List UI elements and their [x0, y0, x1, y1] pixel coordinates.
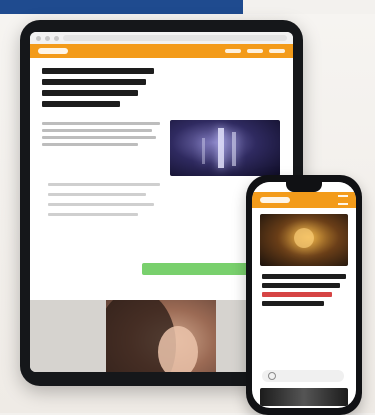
phone-notch: [286, 182, 322, 192]
phone-device: [246, 175, 362, 415]
site-logo[interactable]: [38, 48, 68, 54]
hero-glow: [294, 228, 314, 248]
nav-item[interactable]: [225, 49, 241, 53]
window-control-dot[interactable]: [36, 35, 41, 41]
feature-photo[interactable]: [106, 300, 216, 372]
menu-icon[interactable]: [338, 195, 348, 205]
search-icon: [268, 372, 276, 380]
light-beam: [218, 128, 224, 168]
phone-screen: [252, 182, 356, 408]
light-beam: [232, 132, 236, 166]
light-beam: [202, 138, 205, 164]
window-control-dot[interactable]: [54, 35, 59, 41]
background-navy-strip: [0, 0, 243, 14]
site-nav: [225, 49, 285, 53]
phone-hero-image[interactable]: [260, 214, 348, 266]
article-bullets: [48, 176, 160, 223]
nav-item[interactable]: [269, 49, 285, 53]
window-control-dot[interactable]: [45, 35, 50, 41]
address-bar[interactable]: [63, 35, 287, 41]
photo-face: [158, 326, 198, 372]
browser-toolbar: [30, 32, 293, 44]
phone-bottom-image[interactable]: [260, 388, 348, 406]
phone-site-header: [252, 192, 356, 208]
phone-site-logo[interactable]: [260, 197, 290, 203]
hero-image[interactable]: [170, 120, 280, 176]
phone-search-bar[interactable]: [262, 370, 344, 382]
article-summary: [42, 118, 162, 150]
site-header: [30, 44, 293, 58]
nav-item[interactable]: [247, 49, 263, 53]
phone-article-headline[interactable]: [262, 274, 346, 310]
article-headline[interactable]: [42, 68, 154, 114]
cta-button[interactable]: [142, 263, 248, 275]
